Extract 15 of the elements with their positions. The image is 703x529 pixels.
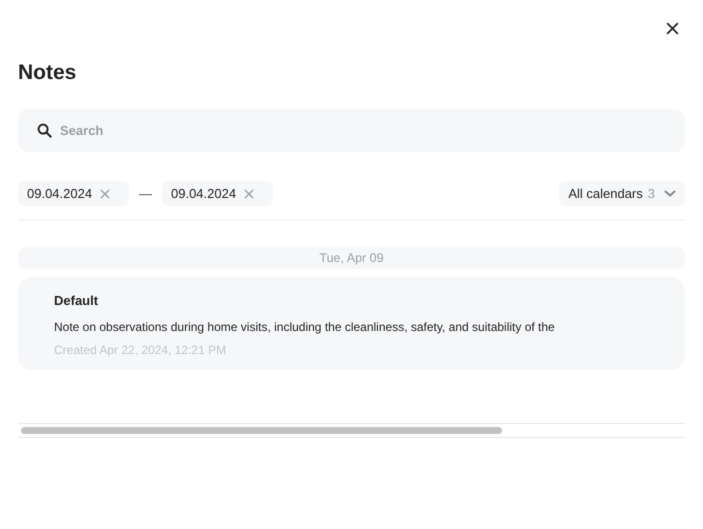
search-icon — [37, 123, 52, 138]
note-text: Note on observations during home visits, including the cleanliness, safety, and suitability of the — [54, 319, 555, 336]
clear-icon[interactable] — [100, 188, 110, 198]
note-calendar: Default — [54, 292, 98, 310]
chevron-down-icon — [664, 190, 676, 198]
page-title: Notes — [18, 60, 76, 86]
clear-icon[interactable] — [244, 188, 254, 198]
date-separator: — — [139, 184, 152, 203]
date-chip[interactable]: 09.04.2024 — [18, 181, 129, 206]
close-icon[interactable] — [666, 22, 679, 35]
date-chip[interactable]: 09.04.2024 — [162, 181, 273, 206]
scrollbar-thumb[interactable] — [21, 427, 502, 434]
date-header: Tue, Apr 09 — [18, 247, 685, 269]
search-field[interactable]: Search — [18, 109, 685, 152]
calendar-dropdown[interactable]: All calendars 3 — [559, 181, 685, 206]
